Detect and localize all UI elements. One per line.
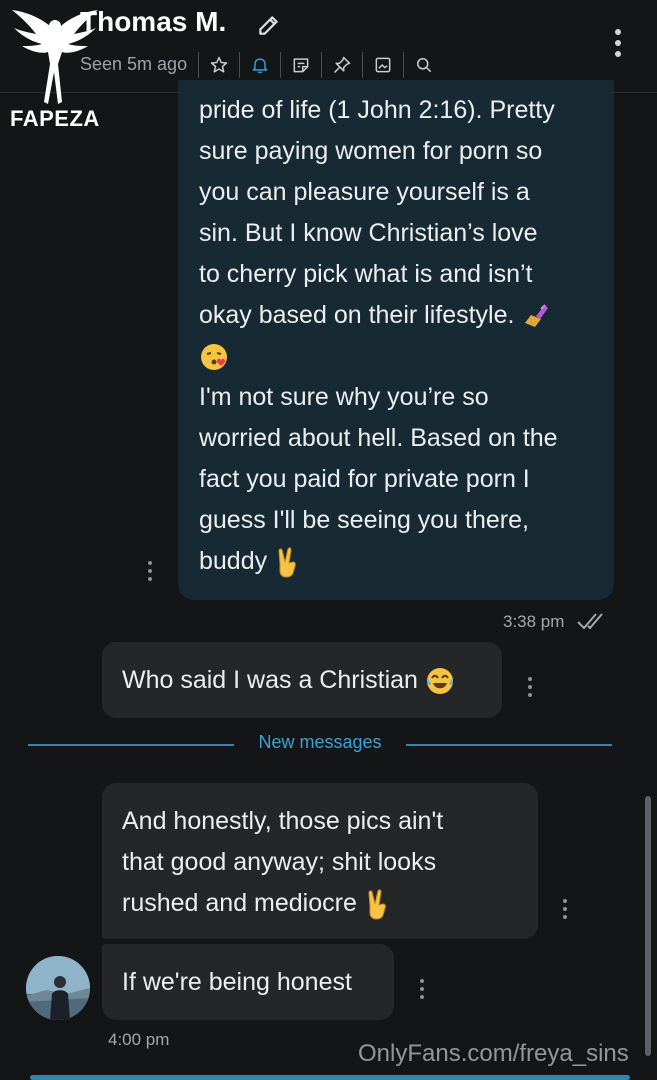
- avatar-photo: [26, 956, 90, 1020]
- message-line: I'm not sure why you’re so: [199, 383, 489, 411]
- message-line: fact you paid for private porn I: [199, 465, 530, 493]
- message-timestamp: 3:38 pm: [503, 612, 565, 631]
- message-line: buddy: [199, 547, 268, 575]
- watermark-text: OnlyFans.com/freya_sins: [358, 1040, 629, 1067]
- victory-hand-emoji: [278, 547, 296, 578]
- notifications-button[interactable]: [240, 48, 280, 82]
- message-line-with-emoji: rushed and mediocre: [122, 883, 518, 924]
- tears-of-joy-emoji: [426, 668, 453, 695]
- search-icon: [417, 58, 432, 73]
- message-options-icon[interactable]: [562, 898, 568, 920]
- message-line-with-emoji: buddy: [199, 541, 594, 582]
- message-options-icon[interactable]: [527, 676, 533, 698]
- pin-button[interactable]: [322, 48, 362, 82]
- message-text: If we're being honest: [122, 968, 352, 996]
- divider-line-right: [406, 744, 612, 746]
- message-input-edge: [30, 1075, 630, 1080]
- message-options-icon[interactable]: [147, 560, 153, 582]
- victory-hand-emoji: [368, 889, 386, 920]
- note-icon: [293, 58, 309, 73]
- message-line: to cherry pick what is and isn’t: [199, 260, 533, 288]
- message-text: Who said I was a Christian: [122, 666, 418, 694]
- received-message-bubble[interactable]: If we're being honest: [102, 944, 394, 1020]
- pin-icon: [333, 56, 351, 74]
- message-line-with-emoji: okay based on their lifestyle.: [199, 295, 594, 336]
- received-message-bubble[interactable]: And honestly, those pics ain't that good…: [102, 783, 538, 939]
- message-timestamp: 4:00 pm: [108, 1030, 170, 1049]
- message-line: pride of life (1 John 2:16). Pretty: [199, 96, 555, 124]
- message-line: sure paying women for porn so: [199, 137, 543, 165]
- contact-avatar[interactable]: [26, 956, 90, 1020]
- bell-icon: [252, 58, 268, 74]
- message-line-with-emoji: Who said I was a Christian: [122, 660, 482, 701]
- search-button[interactable]: [404, 48, 444, 82]
- notes-button[interactable]: [281, 48, 321, 82]
- nail-polish-emoji: [525, 304, 549, 328]
- scrollbar-thumb[interactable]: [645, 796, 651, 1056]
- favorite-button[interactable]: [199, 48, 239, 82]
- last-seen-status: Seen 5m ago: [80, 54, 188, 74]
- message-line: that good anyway; shit looks: [122, 848, 437, 876]
- received-message-bubble[interactable]: Who said I was a Christian: [102, 642, 502, 718]
- message-line: rushed and mediocre: [122, 889, 357, 917]
- sent-message-bubble[interactable]: pride of life (1 John 2:16). Pretty sure…: [178, 80, 614, 600]
- chat-toolbar: [198, 48, 444, 82]
- new-messages-divider: New messages: [258, 732, 382, 752]
- emoji-line: [199, 336, 594, 377]
- message-line: sin. But I know Christian’s love: [199, 219, 538, 247]
- logo-wordmark: FAPEZA: [10, 106, 100, 131]
- pencil-icon[interactable]: [256, 12, 282, 38]
- contact-name[interactable]: Thomas M.: [80, 6, 226, 38]
- message-line: you can pleasure yourself is a: [199, 178, 530, 206]
- message-line: guess I'll be seeing you there,: [199, 506, 529, 534]
- message-line: And honestly, those pics ain't: [122, 807, 444, 835]
- media-button[interactable]: [363, 48, 403, 82]
- double-check-icon: [577, 613, 603, 630]
- media-icon: [375, 57, 391, 73]
- star-icon: [210, 56, 228, 73]
- message-line: worried about hell. Based on the: [199, 424, 558, 452]
- message-line: okay based on their lifestyle.: [199, 301, 515, 329]
- more-options-icon[interactable]: [606, 26, 630, 62]
- message-options-icon[interactable]: [419, 978, 425, 1000]
- divider-line-left: [28, 744, 234, 746]
- kiss-emoji: [201, 344, 227, 371]
